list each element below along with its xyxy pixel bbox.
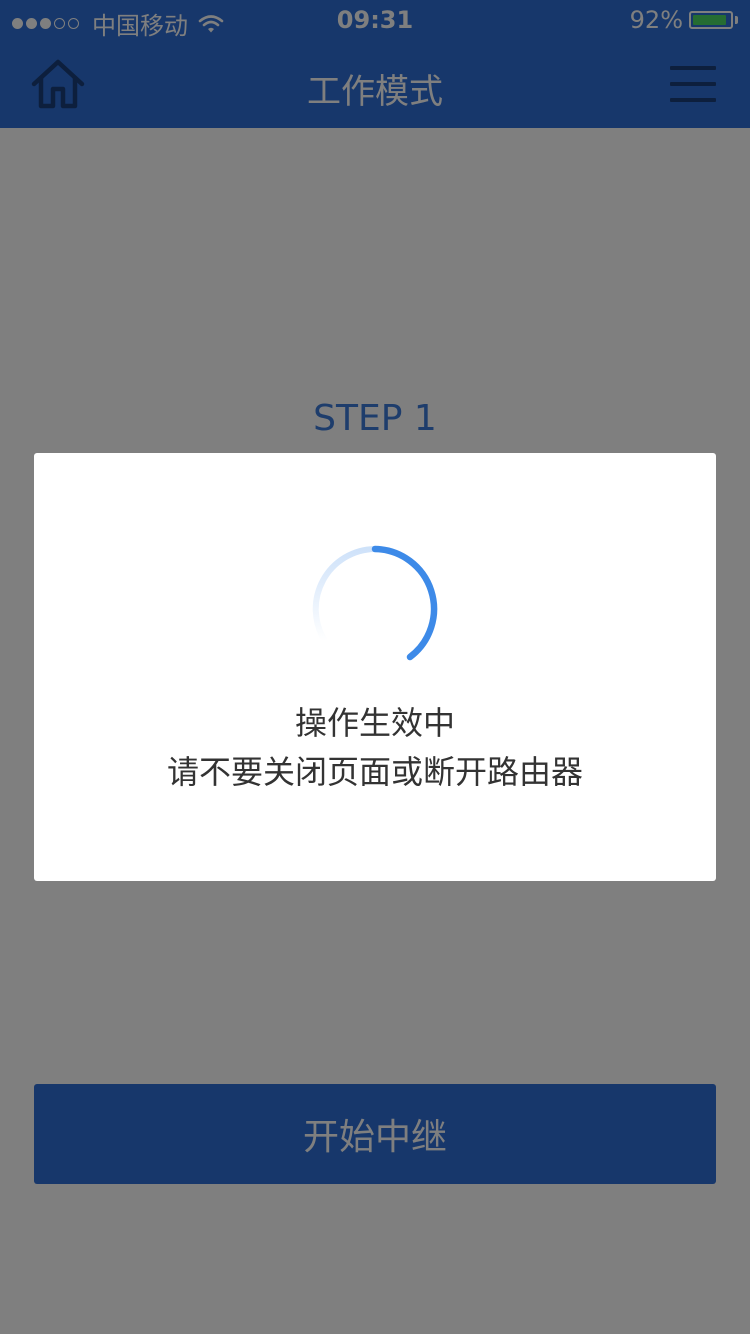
loading-spinner-icon [312,545,438,661]
loading-dialog: 操作生效中 请不要关闭页面或断开路由器 [34,453,716,881]
dialog-message-title: 操作生效中 [294,704,455,742]
dialog-message-warning: 请不要关闭页面或断开路由器 [166,753,583,791]
